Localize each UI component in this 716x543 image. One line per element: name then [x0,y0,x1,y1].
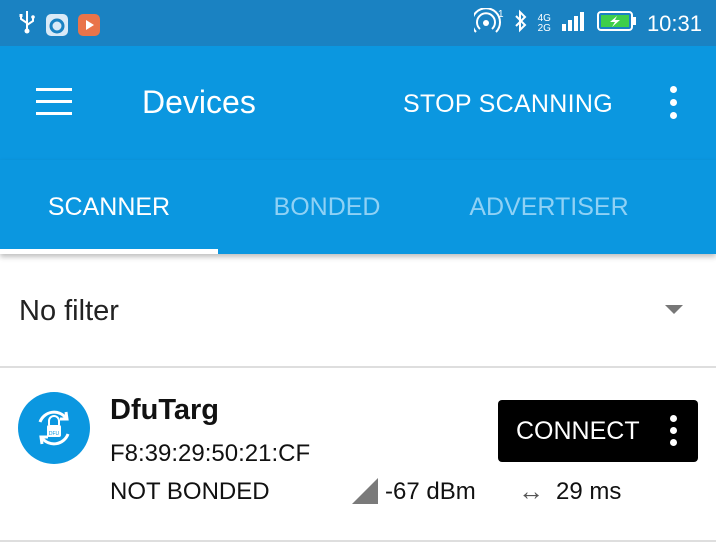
signal-icon [561,10,587,37]
network-type-label: 4G 2G [537,13,551,34]
device-interval: 29 ms [556,478,622,505]
device-name: DfuTarg [110,394,220,426]
status-bar: 1 4G 2G 10:31 [0,0,716,46]
network-2g-label: 2G [537,22,551,34]
tab-bonded[interactable]: BONDED [218,160,436,254]
filter-dropdown[interactable]: No filter [0,254,716,368]
menu-icon[interactable] [36,88,72,116]
status-right-icons: 1 4G 2G 10:31 [470,7,702,39]
device-address: F8:39:29:50:21:CF [110,440,311,467]
cloud-app-icon [46,13,68,36]
device-list-item[interactable]: DFU DfuTarg F8:39:29:50:21:CF NOT BONDED… [0,368,716,542]
dropdown-arrow-icon [665,305,683,314]
interval-arrows-icon: ↔ [518,476,544,506]
page-title: Devices [142,84,256,120]
device-more-options-icon[interactable] [664,413,684,449]
connect-label: CONNECT [516,417,640,445]
signal-strength-icon [352,478,378,504]
hotspot-count: 1 [498,9,504,20]
more-options-icon[interactable] [664,84,684,124]
device-bond-state: NOT BONDED [110,478,270,505]
hotspot-icon: 1 [470,7,504,39]
app-toolbar: Devices STOP SCANNING [0,46,716,160]
tab-bonded-label: BONDED [273,192,381,221]
tab-scanner-label: SCANNER [47,192,171,221]
tab-scanner[interactable]: SCANNER [0,160,218,254]
tab-advertiser[interactable]: ADVERTISER [440,160,658,254]
connect-button[interactable]: CONNECT [498,400,698,462]
bluetooth-icon [514,9,528,38]
filter-selected-value: No filter [19,295,119,327]
status-time: 10:31 [646,10,702,36]
dfu-icon: DFU [18,392,90,464]
usb-icon [18,10,36,39]
stop-scanning-button[interactable]: STOP SCANNING [403,90,613,119]
battery-charging-icon [596,10,637,37]
tab-bar: SCANNER BONDED ADVERTISER [0,160,716,254]
device-rssi: -67 dBm [385,478,476,505]
status-left-icons [18,10,100,39]
video-app-icon [78,13,100,36]
tab-advertiser-label: ADVERTISER [469,192,629,221]
svg-text:DFU: DFU [49,431,60,437]
